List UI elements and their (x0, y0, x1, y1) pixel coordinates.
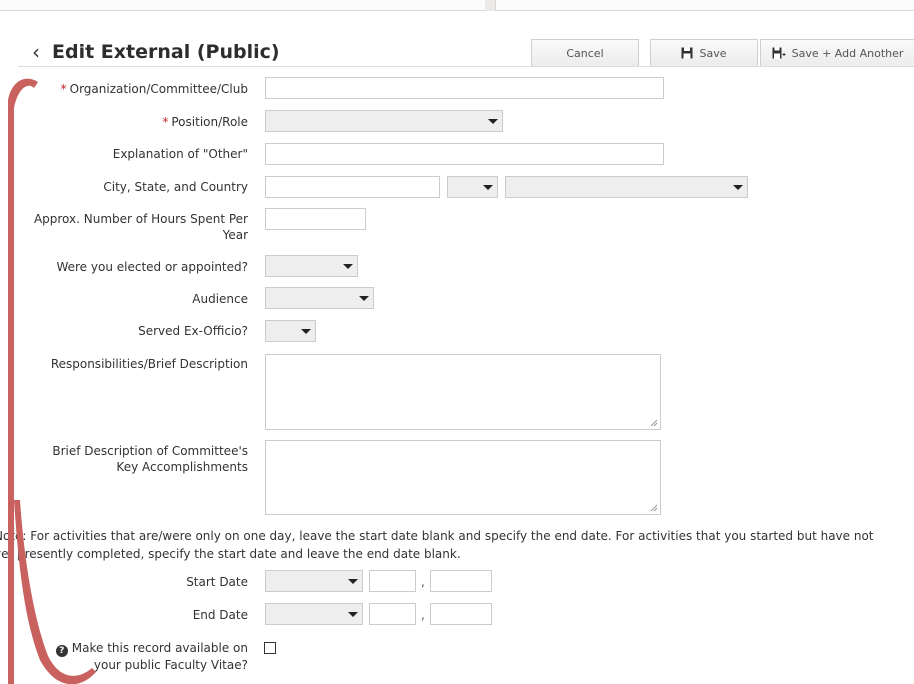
public-vitae-label-line1: Make this record available on (71, 641, 248, 655)
start-day-input[interactable] (369, 570, 416, 592)
elected-label: Were you elected or appointed? (56, 260, 248, 274)
date-note: Note: For activities that are/were only … (0, 527, 914, 563)
header-bar: ‹ Edit External (Public) Cancel Save Sav… (0, 11, 914, 69)
save-add-icon (772, 47, 786, 59)
header-divider (18, 66, 914, 67)
hours-label-line2: Year (222, 228, 248, 242)
city-input[interactable] (265, 176, 440, 198)
top-strip-right (495, 0, 914, 11)
save-add-another-label: Save + Add Another (791, 46, 904, 60)
cancel-button[interactable]: Cancel (531, 39, 639, 67)
page-title: Edit External (Public) (52, 41, 280, 63)
state-select[interactable] (447, 176, 498, 198)
audience-label: Audience (192, 292, 248, 306)
start-year-input[interactable] (430, 570, 492, 592)
end-day-input[interactable] (369, 603, 416, 625)
location-label: City, State, and Country (103, 180, 248, 194)
top-strip (0, 0, 914, 11)
position-label-text: Position/Role (171, 115, 248, 129)
save-button-label: Save (699, 46, 727, 60)
chevron-down-icon (348, 612, 358, 617)
accomplishments-label-line1: Brief Description of Committee's (52, 444, 248, 458)
hours-label-line1: Approx. Number of Hours Spent Per (33, 212, 248, 226)
organization-input[interactable] (265, 77, 664, 99)
exofficio-label: Served Ex-Officio? (138, 324, 248, 338)
accomplishments-textarea[interactable] (265, 440, 661, 515)
cancel-button-label: Cancel (566, 46, 604, 60)
chevron-down-icon (301, 329, 311, 334)
explanation-input[interactable] (265, 143, 664, 165)
position-select[interactable] (265, 110, 503, 132)
chevron-down-icon (488, 119, 498, 124)
hours-label: Approx. Number of Hours Spent Per Year (34, 211, 248, 243)
end-year-input[interactable] (430, 603, 492, 625)
position-label: * Position/Role (162, 114, 248, 130)
explanation-label: Explanation of "Other" (112, 147, 248, 161)
resize-grip-icon[interactable] (650, 504, 658, 512)
start-date-label: Start Date (186, 575, 248, 589)
required-marker: * (60, 82, 67, 96)
start-month-select[interactable] (265, 570, 363, 592)
date-separator: , (421, 575, 425, 589)
chevron-down-icon (348, 579, 358, 584)
hours-input[interactable] (265, 208, 366, 230)
responsibilities-label: Responsibilities/Brief Description (50, 357, 248, 371)
resize-grip-icon[interactable] (650, 419, 658, 427)
top-strip-left (0, 0, 485, 11)
question-circle-icon[interactable]: ? (55, 645, 68, 657)
date-note-line1: Note: For activities that are/were only … (0, 529, 874, 543)
save-icon (681, 47, 693, 59)
organization-label-text: Organization/Committee/Club (69, 82, 248, 96)
back-chevron-icon[interactable]: ‹ (32, 42, 40, 62)
country-select[interactable] (505, 176, 748, 198)
chevron-down-icon (733, 185, 743, 190)
public-vitae-label: ? Make this record available on your publ… (55, 640, 248, 673)
public-vitae-label-line2: your public Faculty Vitae? (93, 658, 248, 672)
end-month-select[interactable] (265, 603, 363, 625)
chevron-down-icon (359, 296, 369, 301)
accomplishments-label: Brief Description of Committee's Key Acc… (52, 443, 248, 475)
end-date-label: End Date (192, 608, 248, 622)
accomplishments-label-line2: Key Accomplishments (116, 460, 248, 474)
save-add-another-button[interactable]: Save + Add Another (760, 39, 914, 67)
audience-select[interactable] (265, 287, 374, 309)
elected-select[interactable] (265, 255, 358, 277)
date-separator: , (421, 608, 425, 622)
exofficio-select[interactable] (265, 320, 316, 342)
form-panel: ‹ Edit External (Public) Cancel Save Sav… (0, 0, 914, 684)
required-marker: * (162, 115, 169, 129)
public-vitae-checkbox[interactable] (264, 642, 276, 654)
responsibilities-textarea[interactable] (265, 354, 661, 430)
chevron-down-icon (343, 264, 353, 269)
organization-label: * Organization/Committee/Club (61, 81, 248, 97)
save-button[interactable]: Save (650, 39, 758, 67)
chevron-down-icon (483, 185, 493, 190)
date-note-line2: yet presently completed, specify the sta… (0, 547, 461, 561)
